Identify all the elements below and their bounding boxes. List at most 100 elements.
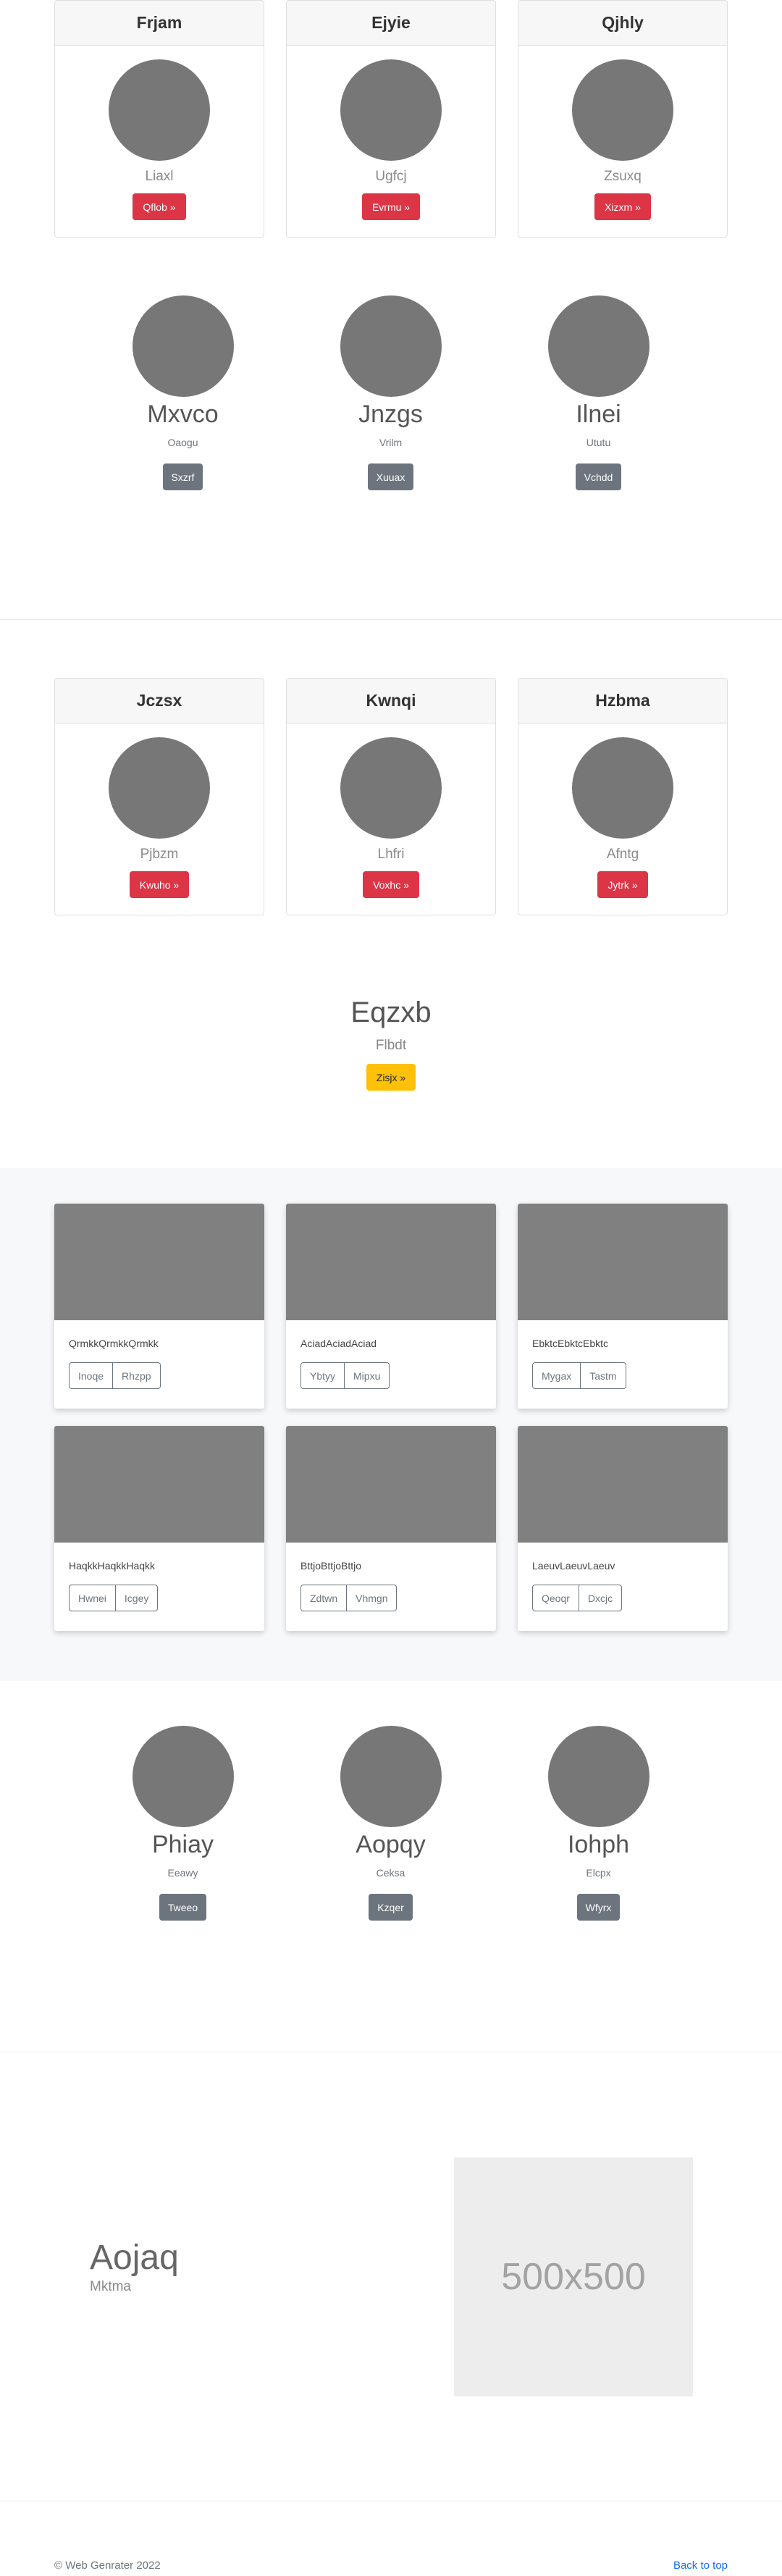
card-button[interactable]: Hwnei xyxy=(69,1585,116,1611)
profile: Aopqy Ceksa Kzqer xyxy=(287,1726,495,1921)
card-button[interactable]: Qflob » xyxy=(133,193,186,220)
profiles-row-2: Phiay Eeawy Tweeo Aopqy Ceksa Kzqer Iohp… xyxy=(79,1726,702,1921)
profile-button[interactable]: Vchdd xyxy=(575,463,622,491)
gallery-card: BttjoBttjoBttjo Zdtwn Vhmgn xyxy=(286,1426,496,1631)
avatar xyxy=(547,295,649,397)
profile-button[interactable]: Xuuax xyxy=(367,463,414,491)
card-subtitle: Afntg xyxy=(606,847,639,862)
card-button[interactable]: Dxcjc xyxy=(579,1585,623,1611)
button-group: Hwnei Icgey xyxy=(69,1585,159,1611)
hero: Eqzxb Flbdt Zisjx » xyxy=(0,997,782,1091)
avatar xyxy=(132,295,234,397)
image-placeholder: 500x500 xyxy=(454,2157,693,2396)
card-image xyxy=(54,1426,264,1543)
profile: Iohph Elcpx Wfyrx xyxy=(495,1726,702,1921)
card-subtitle: Liaxl xyxy=(145,169,174,184)
profile-subtitle: Eeawy xyxy=(167,1867,198,1879)
button-group: Mygax Tastm xyxy=(532,1362,626,1389)
header-card: Jczsx Pjbzm Kwuho » xyxy=(54,678,264,915)
card-image xyxy=(286,1426,496,1543)
card-text: QrmkkQrmkkQrmkk xyxy=(69,1338,159,1349)
avatar xyxy=(109,59,210,161)
card-subtitle: Ugfcj xyxy=(375,169,407,184)
avatar xyxy=(340,737,442,839)
card-text: HaqkkHaqkkHaqkk xyxy=(69,1560,156,1572)
card-button[interactable]: Rhzpp xyxy=(113,1362,161,1389)
avatar xyxy=(572,737,673,839)
card-button[interactable]: Voxhc » xyxy=(363,871,419,898)
gallery-card: HaqkkHaqkkHaqkk Hwnei Icgey xyxy=(54,1426,264,1631)
avatar xyxy=(340,59,442,161)
profile-name: Mxvco xyxy=(147,400,219,428)
gallery-card: EbktcEbktcEbktc Mygax Tastm xyxy=(518,1204,728,1409)
card-image xyxy=(518,1204,728,1320)
back-to-top-link[interactable]: Back to top xyxy=(673,2559,728,2572)
header-card: Qjhly Zsuxq Xizxm » xyxy=(518,0,728,238)
avatar xyxy=(547,1726,649,1827)
card-button[interactable]: Mipxu xyxy=(345,1362,390,1389)
card-title: Ejyie xyxy=(287,1,495,46)
card-text: AciadAciadAciad xyxy=(300,1338,377,1349)
card-button[interactable]: Zdtwn xyxy=(300,1585,348,1611)
feature-text: Aojaq Mktma xyxy=(90,2238,179,2295)
profile-button[interactable]: Wfyrx xyxy=(576,1894,621,1921)
avatar xyxy=(132,1726,234,1827)
profile-subtitle: Ututu xyxy=(586,437,611,449)
card-image xyxy=(54,1204,264,1320)
header-card: Frjam Liaxl Qflob » xyxy=(54,0,264,238)
profile-name: Phiay xyxy=(151,1831,214,1858)
avatar xyxy=(340,295,442,397)
gallery-card: LaeuvLaeuvLaeuv Qeoqr Dxcjc xyxy=(518,1426,728,1631)
header-card: Hzbma Afntg Jytrk » xyxy=(518,678,728,915)
card-button[interactable]: Qeoqr xyxy=(532,1585,579,1611)
button-group: Ybtyy Mipxu xyxy=(300,1362,390,1389)
card-subtitle: Pjbzm xyxy=(140,847,179,862)
card-title: Frjam xyxy=(55,1,264,46)
hero-subtitle: Flbdt xyxy=(375,1038,407,1053)
profile-name: Iohph xyxy=(567,1831,630,1858)
profile-name: Aopqy xyxy=(356,1831,426,1858)
button-group: Zdtwn Vhmgn xyxy=(300,1585,398,1611)
avatar xyxy=(109,737,210,839)
card-button[interactable]: Tastm xyxy=(581,1362,626,1389)
card-image xyxy=(286,1204,496,1320)
header-cards-bottom: Jczsx Pjbzm Kwuho » Kwnqi Lhfri Voxhc » … xyxy=(54,678,728,915)
profile-subtitle: Vrilm xyxy=(379,437,403,449)
card-button[interactable]: Evrmu » xyxy=(361,193,421,220)
profile-subtitle: Oaogu xyxy=(167,437,198,449)
profiles-row-1: Mxvco Oaogu Sxzrf Jnzgs Vrilm Xuuax Ilne… xyxy=(79,295,702,491)
profile-subtitle: Ceksa xyxy=(376,1867,405,1879)
card-button[interactable]: Icgey xyxy=(115,1585,159,1611)
copyright: © Web Genrater 2022 xyxy=(54,2559,161,2572)
profile-name: Ilnei xyxy=(576,400,621,428)
page: Frjam Liaxl Qflob » Ejyie Ugfcj Evrmu » … xyxy=(0,0,782,2576)
feature-subtitle: Mktma xyxy=(90,2279,131,2294)
card-button[interactable]: Ybtyy xyxy=(300,1362,345,1389)
avatar xyxy=(572,59,673,161)
card-title: Jczsx xyxy=(55,679,264,723)
card-title: Kwnqi xyxy=(287,679,495,723)
gallery: QrmkkQrmkkQrmkk Inoqe Rhzpp AciadAciadAc… xyxy=(54,1204,728,1631)
profile-name: Jnzgs xyxy=(358,400,423,428)
card-button[interactable]: Jytrk » xyxy=(597,871,648,898)
profile-button[interactable]: Tweeo xyxy=(159,1894,207,1921)
card-subtitle: Zsuxq xyxy=(604,169,642,184)
card-button[interactable]: Mygax xyxy=(532,1362,581,1389)
card-title: Hzbma xyxy=(518,679,727,723)
feature-title: Aojaq xyxy=(90,2239,179,2277)
hero-button[interactable]: Zisjx » xyxy=(366,1064,416,1091)
card-button[interactable]: Vhmgn xyxy=(347,1585,398,1611)
gallery-card: AciadAciadAciad Ybtyy Mipxu xyxy=(286,1204,496,1409)
profile-button[interactable]: Sxzrf xyxy=(162,463,203,491)
card-text: LaeuvLaeuvLaeuv xyxy=(532,1560,615,1572)
profile-button[interactable]: Kzqer xyxy=(369,1894,413,1921)
header-cards-top: Frjam Liaxl Qflob » Ejyie Ugfcj Evrmu » … xyxy=(54,0,728,238)
card-button[interactable]: Inoqe xyxy=(69,1362,114,1389)
profile: Ilnei Ututu Vchdd xyxy=(495,295,702,491)
button-group: Inoqe Rhzpp xyxy=(69,1362,161,1389)
card-button[interactable]: Kwuho » xyxy=(129,871,190,898)
profile: Jnzgs Vrilm Xuuax xyxy=(287,295,495,491)
card-text: EbktcEbktcEbktc xyxy=(532,1338,609,1349)
card-button[interactable]: Xizxm » xyxy=(594,193,651,220)
button-group: Qeoqr Dxcjc xyxy=(532,1585,623,1611)
